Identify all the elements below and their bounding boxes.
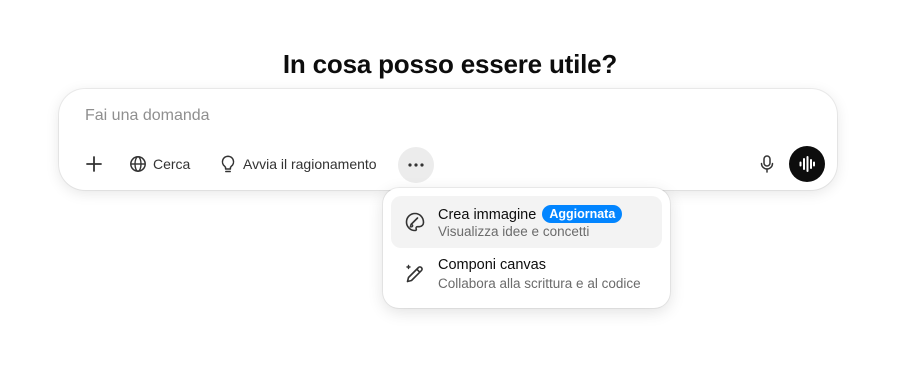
more-tools-button[interactable]	[398, 147, 434, 183]
search-button-label: Cerca	[153, 156, 191, 172]
menu-item-compose-canvas[interactable]: Componi canvas Collabora alla scrittura …	[391, 248, 662, 300]
reason-button[interactable]: Avvia il ragionamento	[219, 147, 377, 181]
ellipsis-icon	[407, 162, 425, 168]
menu-item-subtitle: Visualizza idee e concetti	[438, 224, 590, 239]
search-button[interactable]: Cerca	[129, 147, 190, 181]
menu-item-title: Crea immagine Aggiornata	[438, 205, 623, 223]
add-attachment-button[interactable]	[79, 147, 109, 181]
palette-brush-icon	[403, 210, 427, 234]
pencil-sparkle-icon	[403, 262, 427, 286]
menu-item-create-image[interactable]: Crea immagine Aggiornata Visualizza idee …	[391, 196, 662, 248]
page: In cosa posso essere utile? Cerca	[0, 0, 900, 375]
globe-icon	[129, 155, 147, 173]
microphone-icon	[760, 155, 774, 173]
lightbulb-icon	[219, 154, 237, 174]
voice-waveform-icon	[798, 155, 816, 173]
plus-icon	[85, 155, 103, 173]
tools-menu: Crea immagine Aggiornata Visualizza idee …	[383, 188, 670, 308]
updated-badge: Aggiornata	[542, 205, 623, 223]
composer: Cerca Avvia il ragionamento	[59, 89, 837, 190]
reason-button-label: Avvia il ragionamento	[243, 156, 377, 172]
prompt-input[interactable]	[85, 103, 765, 129]
voice-mode-button[interactable]	[789, 146, 825, 182]
menu-item-subtitle: Collabora alla scrittura e al codice	[438, 276, 641, 291]
page-title: In cosa posso essere utile?	[282, 49, 618, 80]
create-image-title: Crea immagine	[438, 207, 537, 223]
compose-canvas-title: Componi canvas	[438, 257, 546, 273]
dictate-button[interactable]	[755, 147, 779, 181]
